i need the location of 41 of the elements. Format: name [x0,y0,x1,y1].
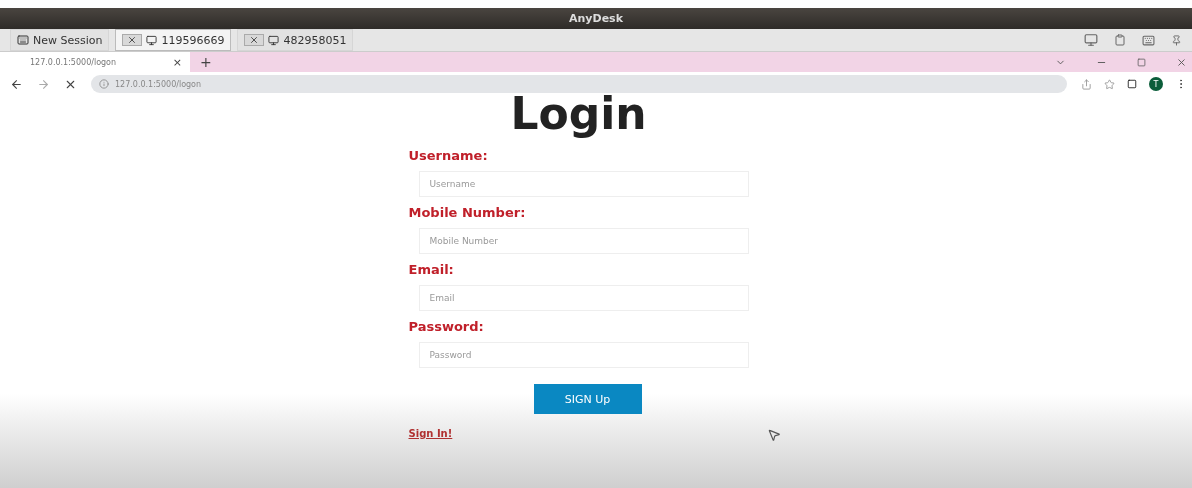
sign-in-link[interactable]: Sign In! [408,428,453,439]
tab-title: 127.0.0.1:5000/logon [30,57,117,67]
forward-icon[interactable] [37,77,50,91]
field-label: Password: [408,319,485,334]
tab-close[interactable]: × [172,55,182,69]
input-field[interactable]: Mobile Number [418,228,749,254]
sign-up-button[interactable]: SIGN Up [533,384,642,414]
input-field[interactable]: Username [418,171,749,197]
input-field[interactable]: Password [418,342,749,368]
back-icon[interactable] [10,77,23,91]
pin-icon[interactable] [1171,34,1182,46]
profile-avatar[interactable]: T [1149,77,1163,91]
close-icon[interactable] [122,34,143,46]
extension-icon[interactable] [1127,79,1137,89]
url-text: 127.0.0.1:5000/logon [115,79,202,89]
share-icon[interactable] [1081,78,1092,90]
monitor-icon [268,34,280,46]
monitor-icon[interactable] [1084,33,1098,47]
new-tab-button[interactable]: + [200,54,212,70]
session-tab[interactable]: 482958051 [237,29,354,51]
clipboard-icon[interactable] [1114,34,1126,46]
info-icon [99,79,109,89]
close-icon[interactable] [1176,56,1187,68]
browser-tab[interactable]: 127.0.0.1:5000/logon × [0,52,190,72]
monitor-icon [146,34,158,46]
field-label: Username: [408,148,489,163]
close-icon[interactable] [244,34,265,46]
restore-icon[interactable] [1137,57,1146,67]
tab-label: 119596669 [161,33,225,47]
session-tab[interactable]: 119596669 [115,29,232,51]
tab-label: New Session [33,33,103,47]
session-tab[interactable]: New Session [10,29,110,51]
input-field[interactable]: Email [418,285,749,311]
tab-label: 482958051 [283,33,347,47]
window-title: AnyDesk [569,12,623,25]
field-label: Email: [408,262,455,277]
star-icon[interactable] [1104,78,1115,90]
field-label: Mobile Number: [408,205,527,220]
keyboard-icon[interactable] [1142,33,1155,47]
cursor-icon [767,428,781,442]
page-heading: Login [509,92,648,136]
